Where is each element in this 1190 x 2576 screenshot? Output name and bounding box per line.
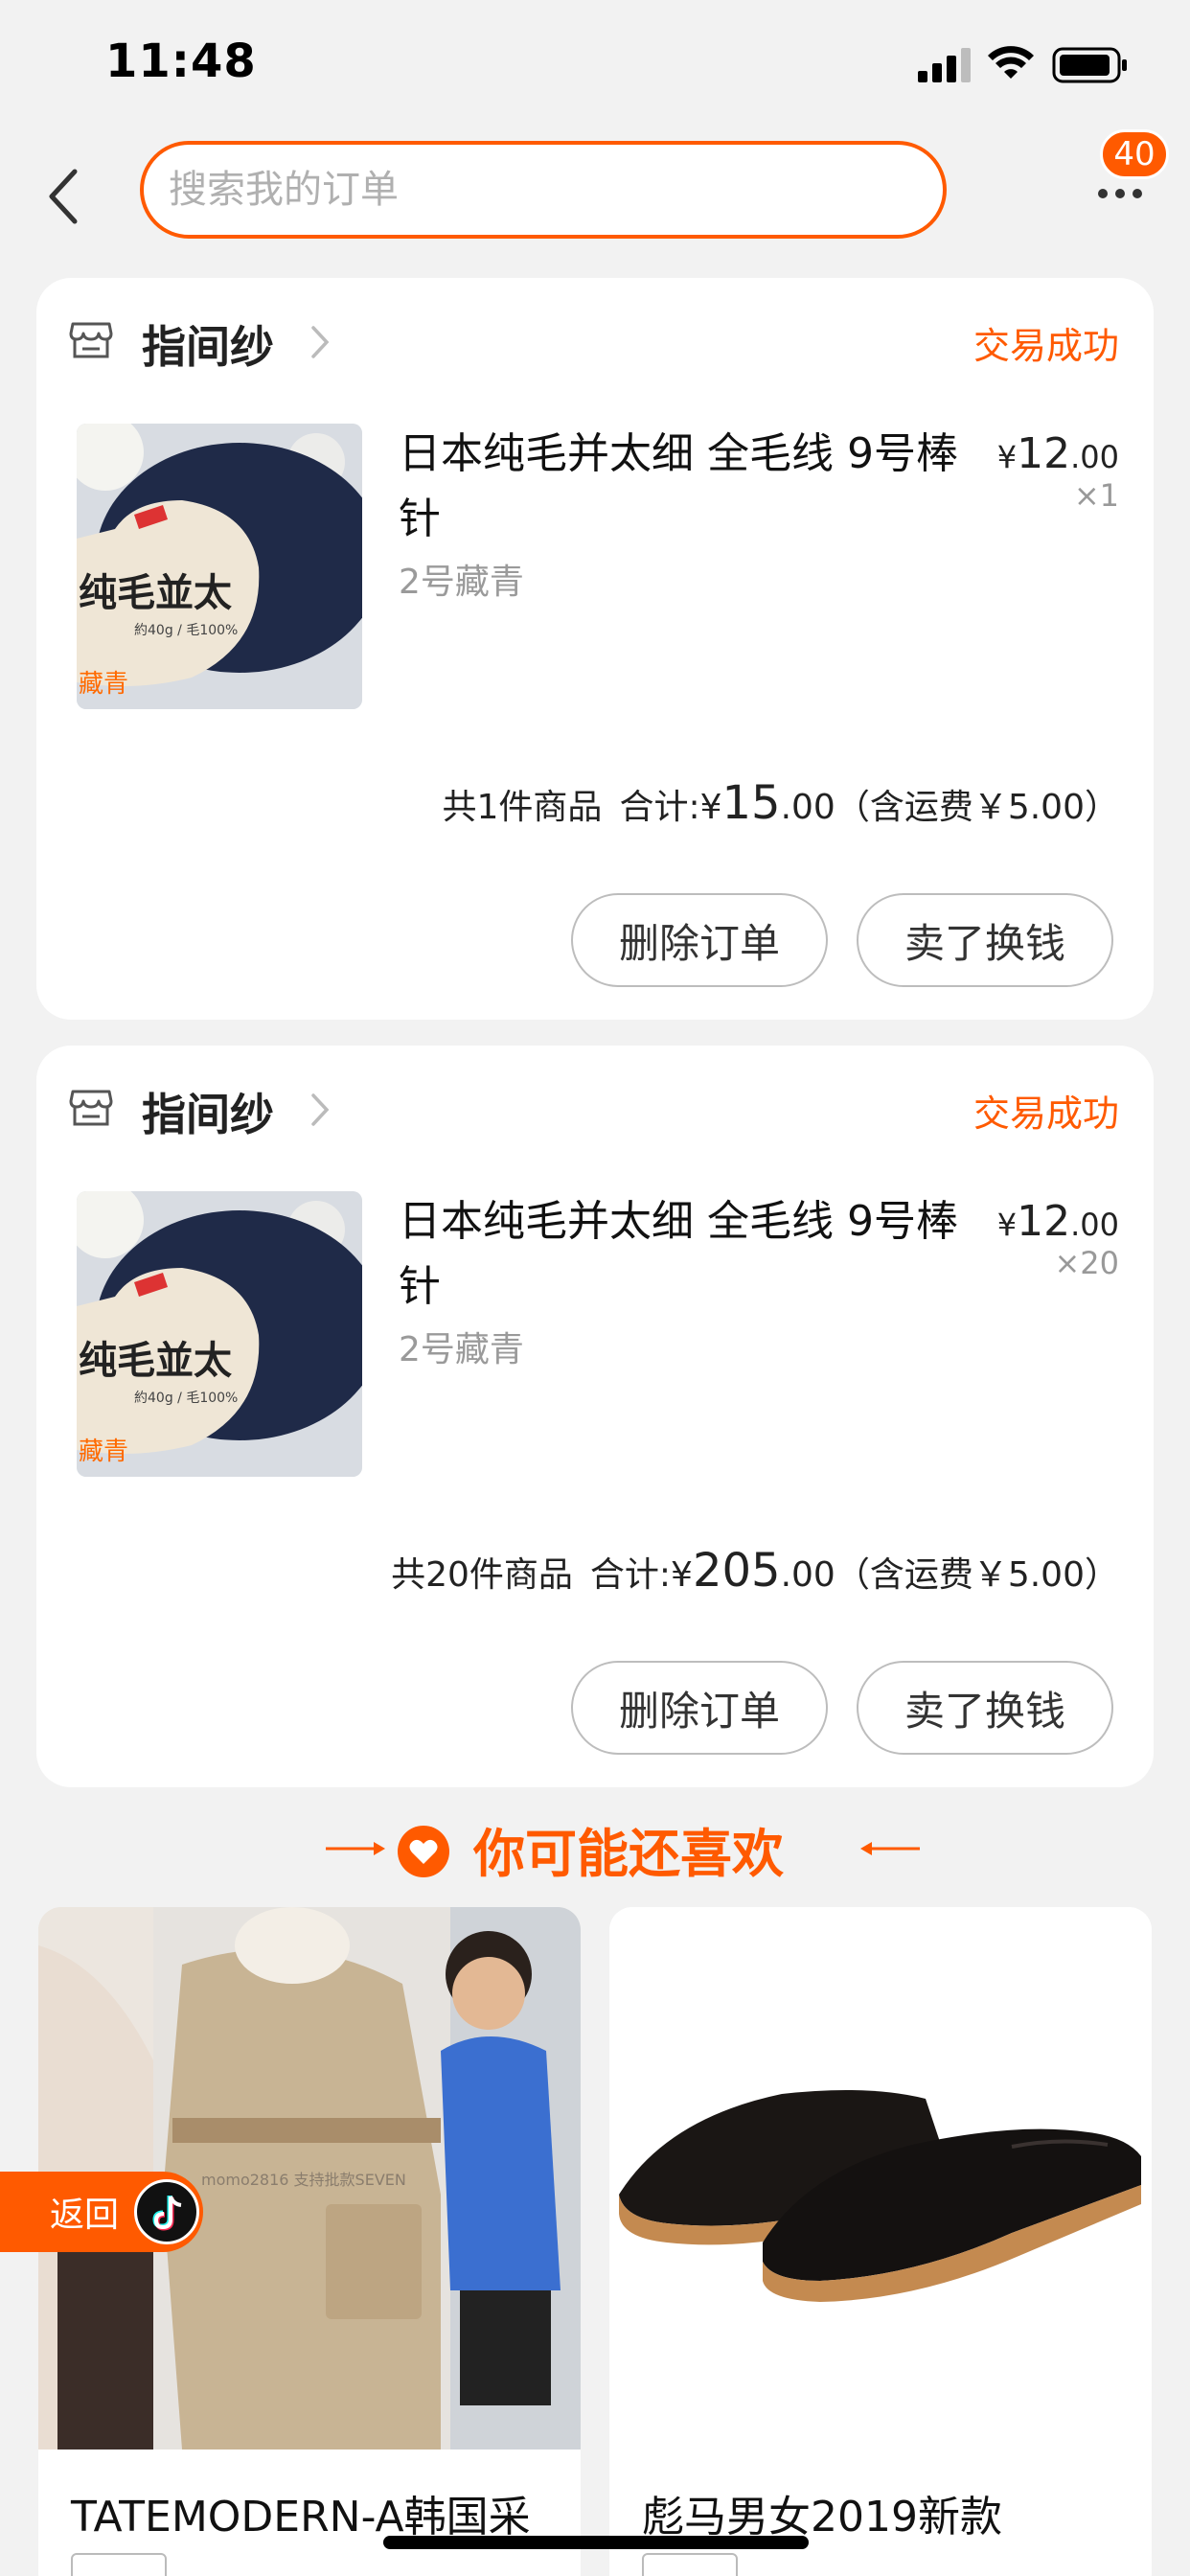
sell-button[interactable]: 卖了换钱: [857, 893, 1113, 987]
product-quantity: ×1: [1073, 477, 1119, 514]
svg-text:momo2816 支持批款SEVEN: momo2816 支持批款SEVEN: [201, 2171, 406, 2189]
recommended-product[interactable]: 彪马男女2019新款: [609, 1907, 1152, 2576]
product-image[interactable]: 纯毛並太 約40g / 毛100% 藏青: [77, 424, 362, 709]
svg-text:纯毛並太: 纯毛並太: [79, 1339, 232, 1383]
svg-text:約40g / 毛100%: 約40g / 毛100%: [134, 1391, 238, 1406]
product-tag: [71, 2553, 167, 2576]
svg-text:約40g / 毛100%: 約40g / 毛100%: [134, 623, 238, 638]
return-button[interactable]: 返回: [0, 2172, 203, 2252]
wifi-icon: [988, 46, 1034, 79]
product-price: ¥12.00: [996, 429, 1119, 478]
summary-shipping: （含运费￥5.00）: [835, 788, 1119, 827]
summary-shipping: （含运费￥5.00）: [835, 1555, 1119, 1595]
summary-count: 共20件商品: [391, 1555, 573, 1595]
product-price: ¥12.00: [996, 1197, 1119, 1246]
sell-button[interactable]: 卖了换钱: [857, 1661, 1113, 1755]
order-status: 交易成功: [973, 325, 1119, 367]
order-card: 指间纱 交易成功 纯毛並太 約40g / 毛100% 藏青 日本纯毛并太细 全毛…: [36, 278, 1154, 1020]
chevron-right-icon: [311, 1093, 330, 1126]
order-summary: 共1件商品 合计: ¥ 15 .00 （含运费￥5.00）: [443, 776, 1119, 830]
search-box[interactable]: [140, 141, 947, 239]
heart-icon: [398, 1826, 449, 1877]
recommend-header: 你可能还喜欢: [0, 1811, 1190, 1888]
summary-total: 205: [692, 1544, 781, 1598]
delete-order-button[interactable]: 删除订单: [571, 1661, 828, 1755]
shop-icon: [69, 322, 113, 358]
header: 40: [0, 129, 1190, 264]
product-title: 彪马男女2019新款: [642, 2493, 1002, 2542]
more-dots-icon: [1098, 189, 1142, 198]
summary-total-label: 合计:: [619, 788, 700, 827]
recommend-title: 你可能还喜欢: [473, 1824, 784, 1884]
delete-order-button[interactable]: 删除订单: [571, 893, 828, 987]
shop-name: 指间纱: [142, 1089, 274, 1140]
chevron-left-icon: [49, 169, 78, 224]
summary-count: 共1件商品: [442, 788, 603, 827]
product-spec: 2号藏青: [399, 563, 524, 602]
product-title[interactable]: 日本纯毛并太细 全毛线 9号棒针: [399, 422, 993, 552]
svg-text:藏青: 藏青: [79, 670, 128, 699]
back-button[interactable]: [34, 158, 92, 235]
tiktok-icon: [134, 2179, 199, 2244]
chevron-right-icon: [311, 326, 330, 358]
summary-currency: ¥: [671, 1555, 693, 1595]
shop-row[interactable]: 指间纱 交易成功: [36, 1046, 1154, 1170]
summary-currency: ¥: [699, 788, 722, 827]
order-card: 指间纱 交易成功 纯毛並太 約40g / 毛100% 藏青 日本纯毛并太细 全毛…: [36, 1046, 1154, 1787]
shop-row[interactable]: 指间纱 交易成功: [36, 278, 1154, 402]
return-label: 返回: [50, 2196, 120, 2235]
product-image[interactable]: 纯毛並太 約40g / 毛100% 藏青: [77, 1191, 362, 1477]
summary-total: 15: [721, 776, 781, 830]
product-title: TATEMODERN-A韩国采: [71, 2493, 531, 2542]
svg-text:藏青: 藏青: [79, 1438, 128, 1466]
product-spec: 2号藏青: [399, 1330, 524, 1369]
shop-icon: [69, 1090, 113, 1126]
decor-line-right: [860, 1842, 920, 1855]
battery-icon: [1052, 47, 1127, 83]
svg-text:纯毛並太: 纯毛並太: [79, 571, 232, 615]
product-tag: [642, 2553, 738, 2576]
signal-icon: [918, 48, 971, 82]
product-image[interactable]: [609, 1907, 1152, 2450]
order-summary: 共20件商品 合计: ¥ 205 .00 （含运费￥5.00）: [391, 1544, 1119, 1598]
product-title[interactable]: 日本纯毛并太细 全毛线 9号棒针: [399, 1189, 993, 1320]
home-indicator: [383, 2536, 809, 2549]
summary-total-label: 合计:: [589, 1555, 672, 1595]
order-status: 交易成功: [973, 1092, 1119, 1135]
summary-total-dec: .00: [780, 788, 835, 827]
status-bar: 11:48: [0, 0, 1190, 129]
search-input[interactable]: [169, 168, 943, 212]
shop-name: 指间纱: [142, 321, 274, 373]
more-button[interactable]: 40: [1083, 129, 1169, 235]
product-quantity: ×20: [1054, 1245, 1119, 1281]
status-time: 11:48: [105, 34, 257, 88]
notification-badge: 40: [1100, 129, 1169, 179]
summary-total-dec: .00: [780, 1555, 835, 1595]
